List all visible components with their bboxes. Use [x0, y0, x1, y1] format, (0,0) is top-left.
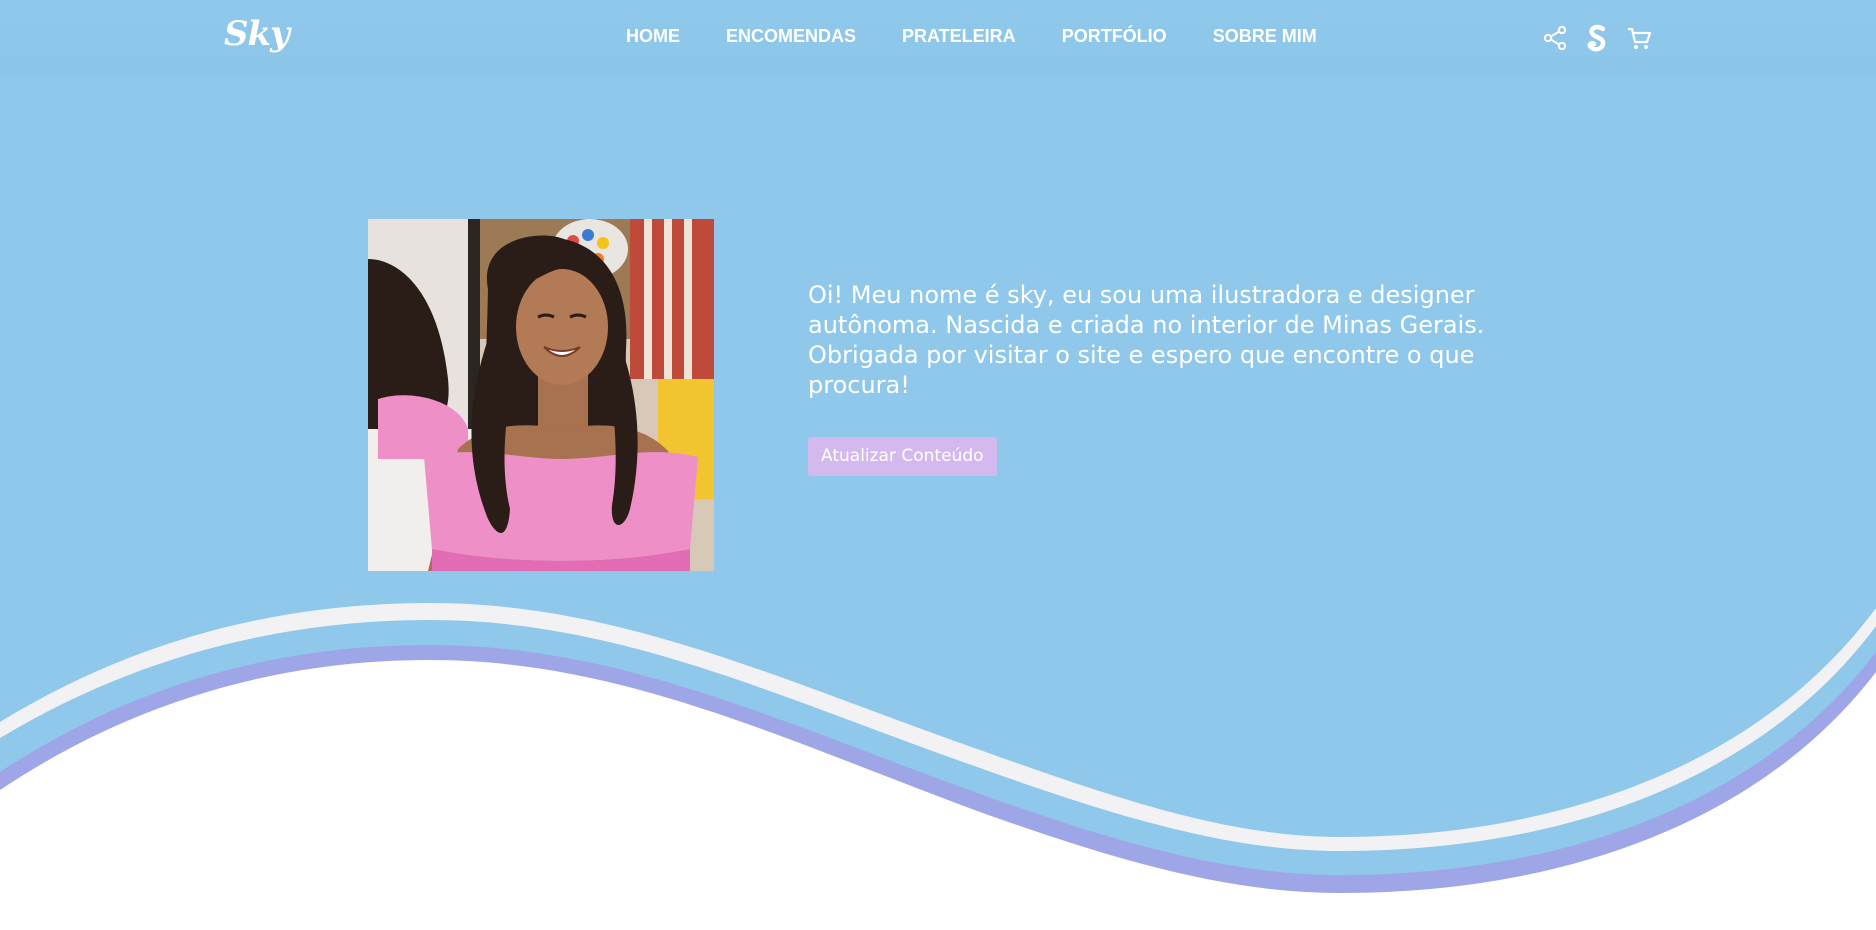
- nav-item-encomendas[interactable]: ENCOMENDAS: [726, 26, 856, 47]
- nav-item-prateleira[interactable]: PRATELEIRA: [902, 26, 1016, 47]
- header-icons: [1542, 24, 1652, 52]
- nav-item-portfolio[interactable]: PORTFÓLIO: [1062, 26, 1167, 47]
- cart-icon[interactable]: [1626, 24, 1652, 52]
- update-content-button[interactable]: Atualizar Conteúdo: [808, 437, 997, 476]
- share-icon[interactable]: [1542, 24, 1568, 52]
- intro-text: Oi! Meu nome é sky, eu sou uma ilustrado…: [808, 281, 1485, 399]
- site-logo[interactable]: Sky: [224, 14, 290, 54]
- decorative-waves: [0, 603, 1876, 930]
- site-header: Sky HOME ENCOMENDAS PRATELEIRA PORTFÓLIO…: [0, 0, 1876, 76]
- main-nav: HOME ENCOMENDAS PRATELEIRA PORTFÓLIO SOB…: [626, 26, 1317, 47]
- page: Sky HOME ENCOMENDAS PRATELEIRA PORTFÓLIO…: [0, 0, 1876, 930]
- profile-photo: [368, 219, 714, 571]
- nav-item-home[interactable]: HOME: [626, 26, 680, 47]
- nav-item-sobre-mim[interactable]: SOBRE MIM: [1213, 26, 1317, 47]
- brand-s-icon[interactable]: [1584, 24, 1610, 52]
- profile-photo-icon: [368, 219, 714, 571]
